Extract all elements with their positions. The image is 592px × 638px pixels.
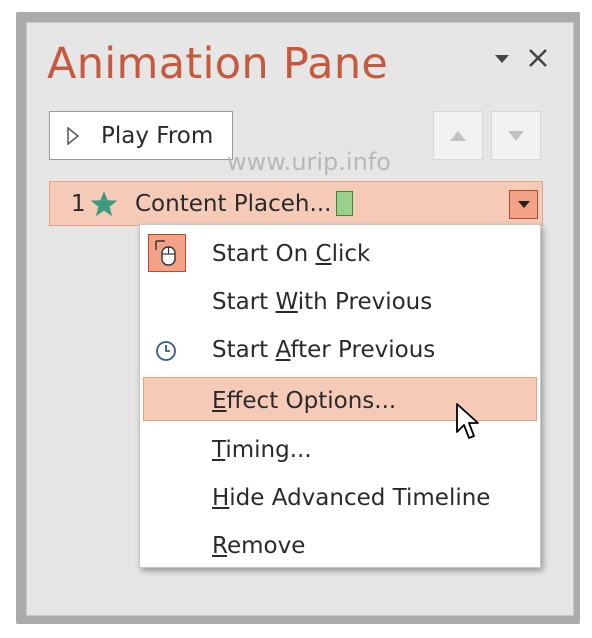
animation-name: Content Placeh... <box>135 191 332 217</box>
menu-item-start-on-click[interactable]: Start On Click <box>140 231 540 277</box>
item-dropdown-button[interactable] <box>509 190 538 219</box>
watermark: www.urip.info <box>227 148 391 176</box>
mouse-click-icon <box>148 234 186 272</box>
menu-item-hide-advanced-timeline[interactable]: Hide Advanced Timeline <box>140 475 540 521</box>
menu-item-start-with-previous[interactable]: Start With Previous <box>140 279 540 325</box>
triangle-down-icon <box>495 54 509 63</box>
menu-item-label: Hide Advanced Timeline <box>212 485 491 511</box>
context-menu: Start On Click Start With Previous Start… <box>139 224 541 568</box>
animation-list-item[interactable]: 1 Content Placeh... <box>49 181 543 226</box>
close-icon <box>529 49 547 67</box>
menu-item-start-after-previous[interactable]: Start After Previous <box>140 327 540 373</box>
menu-item-label: Remove <box>212 533 306 559</box>
play-icon <box>67 126 79 145</box>
menu-item-label: Timing... <box>212 437 312 463</box>
clock-icon <box>156 341 176 361</box>
timing-bar <box>336 191 353 216</box>
play-from-button[interactable]: Play From <box>49 111 233 160</box>
star-icon <box>90 191 118 217</box>
menu-item-remove[interactable]: Remove <box>140 523 540 569</box>
triangle-down-icon <box>517 200 530 208</box>
mouse-cursor-icon <box>456 403 479 439</box>
move-earlier-button[interactable] <box>433 111 483 160</box>
pane-title: Animation Pane <box>47 39 389 89</box>
menu-item-label: Start On Click <box>212 241 371 267</box>
menu-item-label: Start With Previous <box>212 289 433 315</box>
move-later-button[interactable] <box>491 111 541 160</box>
play-from-label: Play From <box>101 122 214 149</box>
triangle-down-icon <box>508 130 524 141</box>
triangle-up-icon <box>450 130 466 141</box>
menu-item-label: Start After Previous <box>212 337 436 363</box>
animation-number: 1 <box>71 191 86 217</box>
menu-item-label: Effect Options... <box>212 388 397 414</box>
pane-options-button[interactable] <box>491 48 513 70</box>
close-button[interactable] <box>525 43 551 73</box>
